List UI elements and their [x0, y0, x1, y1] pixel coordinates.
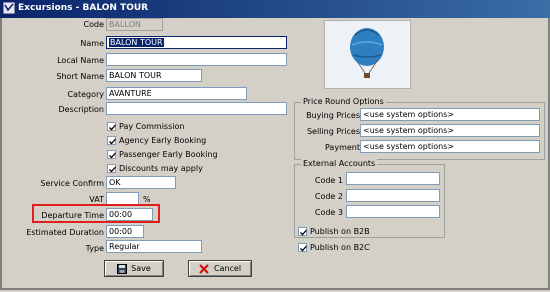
buying-prices-field[interactable]: <use system options> — [360, 108, 540, 121]
estimated-duration-label: Estimated Duration — [26, 228, 104, 237]
discounts-may-apply-checkbox[interactable] — [107, 164, 116, 173]
agency-early-booking-checkbox[interactable] — [107, 136, 116, 145]
passenger-early-booking-checkbox[interactable] — [107, 150, 116, 159]
code3-label: Code 3 — [314, 208, 343, 217]
balloon-image — [325, 21, 410, 88]
pay-commission-checkbox[interactable] — [107, 122, 116, 131]
code1-label: Code 1 — [314, 176, 343, 185]
code-field: BALLON — [106, 18, 163, 31]
type-field[interactable]: Regular — [106, 240, 202, 253]
name-field[interactable]: BALON TOUR — [106, 36, 287, 49]
window-title: Excursions - BALON TOUR — [18, 3, 149, 13]
code2-label: Code 2 — [314, 192, 343, 201]
category-field[interactable]: AVANTURE — [106, 87, 247, 100]
code-label: Code — [83, 20, 104, 29]
short-name-field[interactable]: BALON TOUR — [106, 69, 202, 82]
cancel-button[interactable]: Cancel — [188, 260, 252, 277]
price-round-options-title: Price Round Options — [301, 97, 386, 106]
departure-time-label: Departure Time — [41, 211, 104, 220]
passenger-early-booking-label: Passenger Early Booking — [119, 150, 218, 159]
app-icon — [3, 2, 15, 14]
short-name-label: Short Name — [56, 72, 104, 81]
publish-b2c-checkbox[interactable] — [298, 243, 307, 252]
vat-percent-unit: % — [143, 195, 151, 204]
save-button[interactable]: Save — [104, 260, 164, 277]
type-label: Type — [85, 244, 104, 253]
local-name-label: Local Name — [57, 56, 104, 65]
name-label: Name — [80, 39, 104, 48]
external-accounts-title: External Accounts — [301, 159, 378, 168]
vat-label: VAT — [89, 195, 104, 204]
category-label: Category — [67, 90, 104, 99]
code3-field[interactable] — [346, 205, 440, 218]
cancel-x-icon — [199, 263, 209, 274]
discounts-may-apply-label: Discounts may apply — [119, 164, 203, 173]
estimated-duration-field[interactable]: 00:00 — [106, 225, 144, 238]
payment-field[interactable]: <use system options> — [360, 140, 540, 153]
floppy-disk-icon — [117, 263, 128, 274]
local-name-field[interactable] — [106, 53, 287, 66]
payment-label: Payment — [324, 143, 360, 152]
service-confirm-field[interactable]: OK — [106, 176, 176, 189]
selling-prices-field[interactable]: <use system options> — [360, 124, 540, 137]
code2-field[interactable] — [346, 189, 440, 202]
publish-b2c-label: Publish on B2C — [310, 243, 370, 252]
description-label: Description — [58, 105, 104, 114]
description-field[interactable] — [106, 102, 287, 115]
title-bar[interactable]: Excursions - BALON TOUR — [0, 0, 550, 18]
save-button-label: Save — [131, 264, 151, 273]
pay-commission-label: Pay Commission — [119, 122, 185, 131]
name-value: BALON TOUR — [109, 38, 164, 47]
service-confirm-label: Service Confirm — [40, 179, 104, 188]
publish-b2b-label: Publish on B2B — [310, 227, 370, 236]
departure-time-field[interactable]: 00:00 — [106, 208, 153, 221]
form-body: Code BALLON Name BALON TOUR Local Name S… — [0, 18, 550, 290]
code1-field[interactable] — [346, 172, 440, 185]
selling-prices-label: Selling Prices — [306, 127, 360, 136]
publish-b2b-checkbox[interactable] — [298, 227, 307, 236]
buying-prices-label: Buying Prices — [306, 111, 360, 120]
agency-early-booking-label: Agency Early Booking — [119, 136, 207, 145]
cancel-button-label: Cancel — [213, 264, 242, 273]
excursion-photo — [324, 20, 411, 89]
